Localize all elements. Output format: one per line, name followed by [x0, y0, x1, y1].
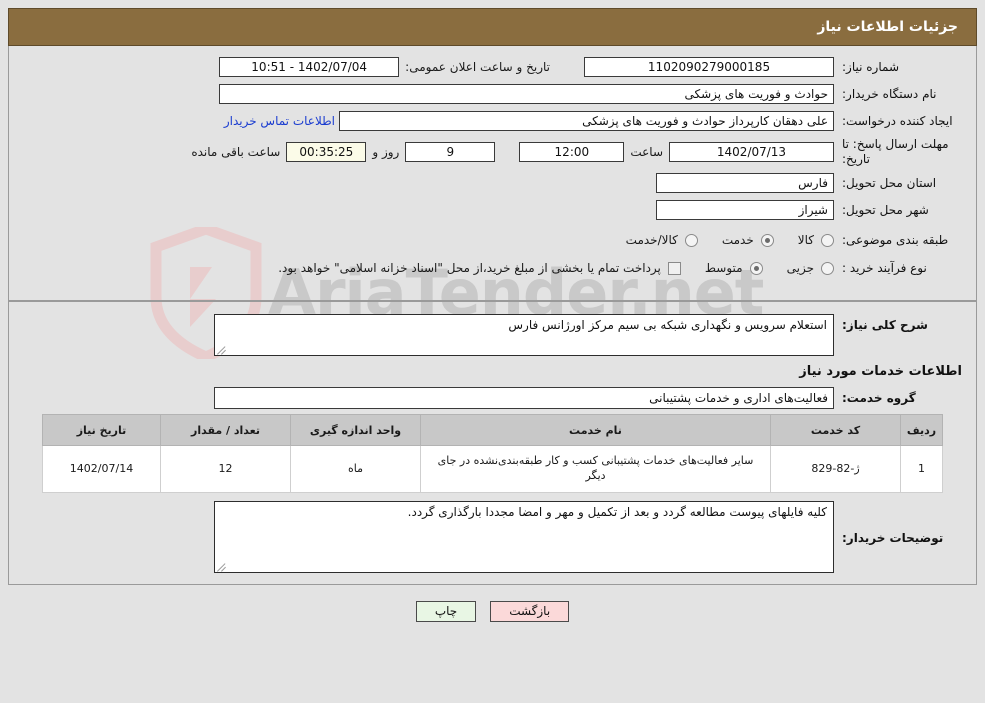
row-buyer-org: نام دستگاه خریدار: حوادث و فوریت های پزش… — [23, 83, 962, 105]
row-deadline: مهلت ارسال پاسخ: تا تاریخ: 1402/07/13 سا… — [23, 137, 962, 167]
province-value: فارس — [656, 173, 834, 193]
cell-unit: ماه — [290, 445, 421, 493]
need-summary-panel: شماره نیاز: 1102090279000185 تاریخ و ساع… — [8, 46, 977, 301]
radio-khedmat-label: خدمت — [721, 233, 754, 247]
cell-date: 1402/07/14 — [42, 445, 161, 493]
resize-grip-icon-notes[interactable] — [217, 561, 227, 572]
row-purchase-process: نوع فرآیند خرید : جزیی متوسط پرداخت تمام… — [23, 257, 962, 279]
services-table: ردیف کد خدمت نام خدمت واحد اندازه گیری ت… — [42, 414, 943, 493]
row-city: شهر محل تحویل: شیراز — [23, 199, 962, 221]
col-date: تاریخ نیاز — [42, 414, 161, 446]
cell-radif: 1 — [900, 445, 943, 493]
process-label: نوع فرآیند خرید : — [842, 261, 927, 275]
service-group-label: گروه خدمت: — [842, 391, 916, 405]
footer-button-bar: بازگشت چاپ — [8, 601, 977, 622]
col-qty: تعداد / مقدار — [160, 414, 291, 446]
services-panel: شرح کلی نیاز: استعلام سرویس و نگهداری شب… — [8, 301, 977, 585]
row-service-group: گروه خدمت: فعالیت‌های اداری و خدمات پشتی… — [23, 387, 962, 409]
process-option-motavaset[interactable]: متوسط — [705, 261, 763, 275]
print-button[interactable]: چاپ — [415, 601, 477, 622]
col-name: نام خدمت — [420, 414, 771, 446]
row-buyer-notes: توضیحات خریدار: کلیه فایلهای پیوست مطالع… — [23, 501, 962, 573]
deadline-time-value: 12:00 — [519, 142, 625, 162]
radio-khedmat[interactable] — [760, 233, 774, 247]
category-option-kala[interactable]: کالا — [798, 233, 834, 247]
category-label: طبقه بندی موضوعی: — [842, 233, 949, 247]
city-value: شیراز — [656, 200, 834, 220]
radio-kala-khedmat-label: کالا/خدمت — [625, 233, 678, 247]
need-description-label: شرح کلی نیاز: — [842, 318, 928, 332]
table-header-row: ردیف کد خدمت نام خدمت واحد اندازه گیری ت… — [42, 414, 943, 446]
radio-kala-khedmat[interactable] — [684, 233, 698, 247]
row-creator: ایجاد کننده درخواست: علی دهقان کارپرداز … — [23, 110, 962, 132]
countdown-timer: 00:35:25 — [286, 142, 367, 162]
radio-motavaset[interactable] — [749, 261, 763, 275]
buyer-notes-value[interactable]: کلیه فایلهای پیوست مطالعه گردد و بعد از … — [214, 501, 834, 573]
page-title: جزئیات اطلاعات نیاز — [817, 19, 958, 35]
public-announce-value: 1402/07/04 - 10:51 — [219, 57, 400, 77]
deadline-date-value: 1402/07/13 — [669, 142, 834, 162]
creator-value: علی دهقان کارپرداز حوادث و فوریت های پزش… — [339, 111, 834, 131]
page-title-bar: جزئیات اطلاعات نیاز — [8, 8, 977, 46]
remaining-days-value: 9 — [405, 142, 496, 162]
radio-jozii[interactable] — [821, 261, 834, 275]
buyer-org-value: حوادث و فوریت های پزشکی — [219, 84, 834, 104]
col-code: کد خدمت — [770, 414, 901, 446]
resize-grip-icon[interactable] — [217, 344, 227, 355]
buyer-notes-label: توضیحات خریدار: — [842, 531, 944, 545]
row-need-description: شرح کلی نیاز: استعلام سرویس و نگهداری شب… — [23, 314, 962, 356]
need-description-text: استعلام سرویس و نگهداری شبکه بی سیم مرکز… — [508, 318, 827, 332]
radio-kala[interactable] — [821, 233, 834, 247]
row-need-number: شماره نیاز: 1102090279000185 تاریخ و ساع… — [23, 56, 962, 78]
col-unit: واحد اندازه گیری — [290, 414, 421, 446]
radio-jozii-label: جزیی — [786, 261, 814, 275]
radio-kala-label: کالا — [797, 233, 814, 247]
public-announce-label: تاریخ و ساعت اعلان عمومی: — [405, 60, 550, 74]
city-label: شهر محل تحویل: — [842, 203, 929, 217]
cell-name: سایر فعالیت‌های خدمات پشتیبانی کسب و کار… — [420, 445, 771, 493]
buyer-contact-link[interactable]: اطلاعات تماس خریدار — [220, 114, 339, 128]
province-label: استان محل تحویل: — [842, 176, 937, 190]
col-radif: ردیف — [900, 414, 943, 446]
table-row: 1 ژ-82-829 سایر فعالیت‌های خدمات پشتیبان… — [42, 445, 943, 493]
row-province: استان محل تحویل: فارس — [23, 172, 962, 194]
buyer-org-label: نام دستگاه خریدار: — [842, 87, 937, 101]
need-description-value[interactable]: استعلام سرویس و نگهداری شبکه بی سیم مرکز… — [214, 314, 834, 356]
category-option-kala-khedmat[interactable]: کالا/خدمت — [626, 233, 698, 247]
need-number-label: شماره نیاز: — [842, 60, 899, 74]
row-category: طبقه بندی موضوعی: کالا خدمت کالا/خدمت — [23, 229, 962, 251]
hour-label: ساعت — [630, 145, 663, 159]
creator-label: ایجاد کننده درخواست: — [842, 114, 953, 128]
deadline-label: مهلت ارسال پاسخ: تا تاریخ: — [842, 137, 949, 166]
treasury-bond-checkbox[interactable] — [667, 261, 681, 275]
radio-motavaset-label: متوسط — [704, 261, 743, 275]
page-root: جزئیات اطلاعات نیاز شماره نیاز: 11020902… — [0, 0, 985, 703]
countdown-label: ساعت باقی مانده — [191, 145, 281, 159]
back-button[interactable]: بازگشت — [490, 601, 570, 622]
category-option-khedmat[interactable]: خدمت — [722, 233, 774, 247]
remaining-days-label: روز و — [372, 145, 400, 159]
cell-code: ژ-82-829 — [770, 445, 901, 493]
buyer-notes-text: کلیه فایلهای پیوست مطالعه گردد و بعد از … — [407, 505, 827, 519]
treasury-bond-option[interactable]: پرداخت تمام یا بخشی از مبلغ خرید،از محل … — [278, 261, 681, 275]
services-heading: اطلاعات خدمات مورد نیاز — [799, 364, 962, 379]
treasury-bond-label: پرداخت تمام یا بخشی از مبلغ خرید،از محل … — [278, 261, 661, 275]
process-option-jozii[interactable]: جزیی — [787, 261, 834, 275]
cell-qty: 12 — [160, 445, 291, 493]
service-group-value: فعالیت‌های اداری و خدمات پشتیبانی — [214, 387, 834, 409]
need-number-value: 1102090279000185 — [584, 57, 834, 77]
